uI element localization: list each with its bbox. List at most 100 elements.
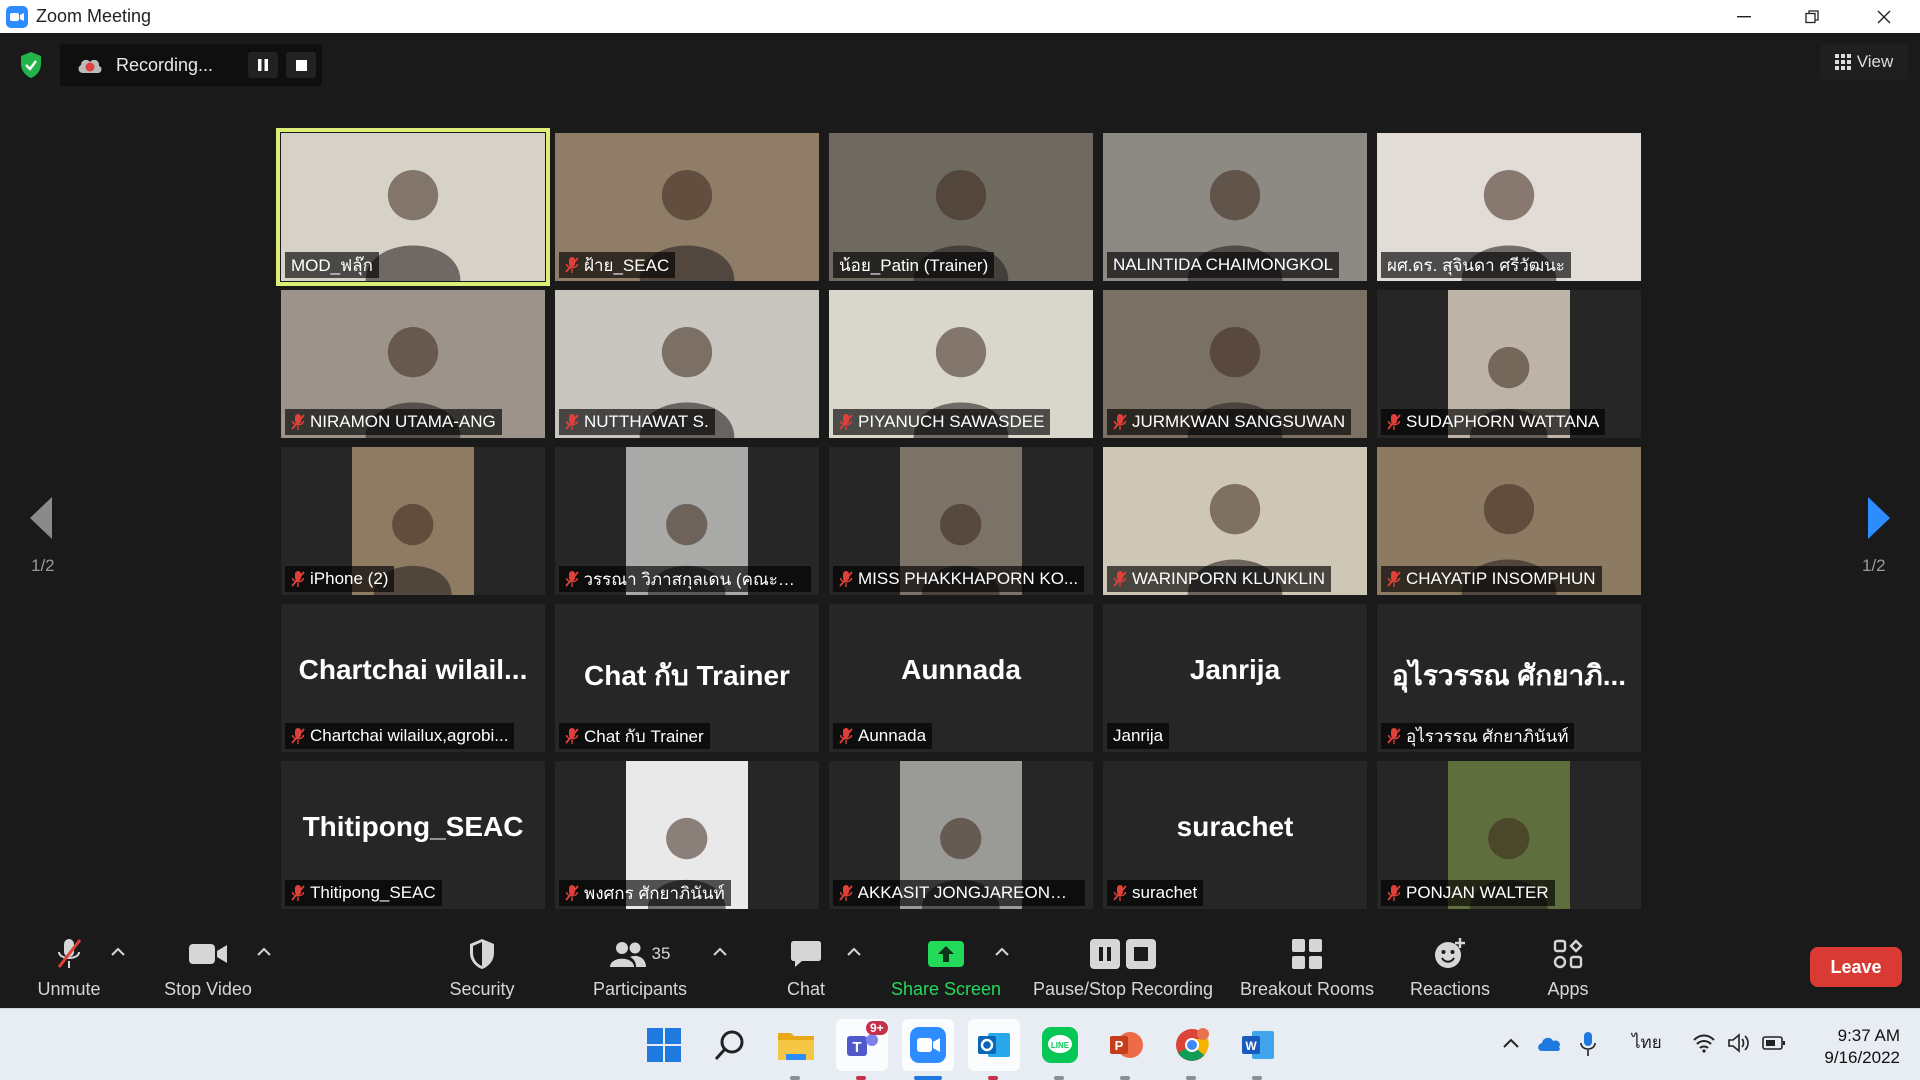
next-page-arrow[interactable] <box>1864 495 1900 545</box>
minimize-button[interactable] <box>1710 0 1778 33</box>
system-clock[interactable]: 9:37 AM 9/16/2022 <box>1800 1025 1900 1069</box>
participant-display-name: Aunnada <box>901 654 1021 685</box>
participants-options-chevron-up-icon[interactable] <box>712 944 728 958</box>
chrome-running-indicator <box>1186 1076 1196 1080</box>
participant-tile[interactable]: ฝ้าย_SEAC <box>555 133 819 281</box>
powerpoint-icon[interactable]: P <box>1100 1019 1152 1071</box>
participant-name-tag: MISS PHAKKHAPORN KO... <box>833 566 1085 592</box>
apps-button[interactable]: Apps <box>1528 930 1608 1008</box>
participant-tile[interactable]: MISS PHAKKHAPORN KO... <box>829 447 1093 595</box>
participant-tile[interactable]: Aunnada Aunnada <box>829 604 1093 752</box>
previous-page-arrow[interactable] <box>26 495 62 545</box>
svg-text:LINE: LINE <box>1051 1041 1070 1050</box>
participant-tile[interactable]: น้อย_Patin (Trainer) <box>829 133 1093 281</box>
battery-icon[interactable] <box>1762 1035 1786 1051</box>
pause-recording-button[interactable] <box>248 52 278 78</box>
chat-options-chevron-up-icon[interactable] <box>846 944 862 958</box>
participant-tile[interactable]: NALINTIDA CHAIMONGKOL <box>1103 133 1367 281</box>
word-icon[interactable]: W <box>1232 1019 1284 1071</box>
share-screen-button[interactable]: Share Screen <box>884 930 1008 1008</box>
leave-button[interactable]: Leave <box>1810 947 1902 987</box>
participant-name-tag: น้อย_Patin (Trainer) <box>833 252 995 278</box>
share-options-chevron-up-icon[interactable] <box>994 944 1010 958</box>
participant-display-name: Chat กับ Trainer <box>584 660 790 691</box>
muted-microphone-icon <box>54 937 84 971</box>
line-app-icon[interactable]: LINE <box>1034 1019 1086 1071</box>
file-explorer-icon[interactable] <box>770 1019 822 1071</box>
participant-tile[interactable]: NIRAMON UTAMA-ANG <box>281 290 545 438</box>
page-indicator-right: 1/2 <box>1862 556 1886 575</box>
participant-name: ผศ.ดร. สุจินดา ศรีวัฒนะ <box>1387 255 1565 275</box>
meeting-toolbar: Unmute Stop Video Security 35 Participan… <box>0 930 1920 1008</box>
participant-name-tag: ฝ้าย_SEAC <box>559 252 676 278</box>
page-indicator-left: 1/2 <box>31 556 55 575</box>
close-window-button[interactable] <box>1850 0 1918 33</box>
participants-button[interactable]: 35 Participants <box>584 930 696 1008</box>
zoom-taskbar-icon[interactable] <box>902 1019 954 1071</box>
participant-count: 35 <box>651 944 671 963</box>
wifi-icon[interactable] <box>1692 1033 1716 1053</box>
unmute-button[interactable]: Unmute <box>22 930 116 1008</box>
pause-stop-recording-label: Pause/Stop Recording <box>1032 979 1214 999</box>
restore-button[interactable] <box>1778 0 1846 33</box>
chrome-icon[interactable] <box>1166 1019 1218 1071</box>
word-running-indicator <box>1252 1076 1262 1080</box>
microphone-icon[interactable] <box>1580 1031 1596 1057</box>
outlook-icon[interactable] <box>968 1019 1020 1071</box>
onedrive-cloud-icon[interactable] <box>1536 1033 1562 1053</box>
participant-name-tag: PIYANUCH SAWASDEE <box>833 409 1051 435</box>
share-screen-icon <box>928 937 964 971</box>
participant-tile[interactable]: พงศกร ศักยาภินันท์ <box>555 761 819 909</box>
security-label: Security <box>449 979 515 999</box>
participant-tile[interactable]: Janrija Janrija <box>1103 604 1367 752</box>
breakout-rooms-button[interactable]: Breakout Rooms <box>1236 930 1378 1008</box>
participant-tile[interactable]: อุไรวรรณ ศักยาภิ... อุไรวรรณ ศักยาภินันท์ <box>1377 604 1641 752</box>
teams-icon[interactable]: T 9+ <box>836 1019 888 1071</box>
view-button[interactable]: View <box>1820 44 1908 80</box>
apps-label: Apps <box>1547 979 1589 999</box>
encryption-shield-icon[interactable] <box>14 50 48 80</box>
participant-tile[interactable]: SUDAPHORN WATTANA <box>1377 290 1641 438</box>
participants-icon: 35 <box>609 937 671 971</box>
participant-name: PIYANUCH SAWASDEE <box>858 412 1045 431</box>
muted-mic-icon <box>291 570 305 588</box>
chat-bubble-icon <box>790 937 822 971</box>
pause-stop-recording-button[interactable]: Pause/Stop Recording <box>1028 930 1218 1008</box>
search-icon[interactable] <box>704 1019 756 1071</box>
participant-tile[interactable]: JURMKWAN SANGSUWAN <box>1103 290 1367 438</box>
speaker-volume-icon[interactable] <box>1728 1033 1750 1053</box>
windows-start-icon[interactable] <box>638 1019 690 1071</box>
participant-tile[interactable]: Chartchai wilail... Chartchai wilailux,ag… <box>281 604 545 752</box>
video-options-chevron-up-icon[interactable] <box>256 944 272 958</box>
input-language[interactable]: ไทย <box>1632 1029 1662 1056</box>
muted-mic-icon <box>1387 570 1401 588</box>
participant-name-tag: ผศ.ดร. สุจินดา ศรีวัฒนะ <box>1381 252 1571 278</box>
muted-mic-icon <box>839 884 853 902</box>
participant-tile[interactable]: AKKASIT JONGJAREONRAK <box>829 761 1093 909</box>
stop-recording-button[interactable] <box>286 52 316 78</box>
participant-tile[interactable]: iPhone (2) <box>281 447 545 595</box>
participant-tile[interactable]: CHAYATIP INSOMPHUN <box>1377 447 1641 595</box>
participant-tile[interactable]: WARINPORN KLUNKLIN <box>1103 447 1367 595</box>
participant-display-name: Thitipong_SEAC <box>302 811 524 842</box>
chat-button[interactable]: Chat <box>770 930 842 1008</box>
participant-name: MOD_ฟลุ๊ก <box>291 255 373 275</box>
stop-video-label: Stop Video <box>164 979 252 999</box>
participant-tile[interactable]: MOD_ฟลุ๊ก <box>276 128 550 286</box>
chevron-up-icon[interactable] <box>1502 1037 1520 1049</box>
participant-tile[interactable]: ผศ.ดร. สุจินดา ศรีวัฒนะ <box>1377 133 1641 281</box>
participant-tile[interactable]: surachet surachet <box>1103 761 1367 909</box>
participant-name: วรรณา วิภาสกุลเดน (คณะอุต... <box>583 569 806 589</box>
participant-tile[interactable]: Thitipong_SEAC Thitipong_SEAC <box>281 761 545 909</box>
participant-tile[interactable]: วรรณา วิภาสกุลเดน (คณะอุต... <box>555 447 819 595</box>
security-button[interactable]: Security <box>440 930 524 1008</box>
audio-options-chevron-up-icon[interactable] <box>110 944 126 958</box>
participant-tile[interactable]: PIYANUCH SAWASDEE <box>829 290 1093 438</box>
participant-tile[interactable]: PONJAN WALTER <box>1377 761 1641 909</box>
reactions-button[interactable]: Reactions <box>1402 930 1498 1008</box>
participant-name: surachet <box>1132 883 1198 902</box>
stop-video-button[interactable]: Stop Video <box>150 930 266 1008</box>
muted-mic-icon <box>291 413 305 431</box>
participant-tile[interactable]: NUTTHAWAT S. <box>555 290 819 438</box>
participant-tile[interactable]: Chat กับ Trainer Chat กับ Trainer <box>555 604 819 752</box>
